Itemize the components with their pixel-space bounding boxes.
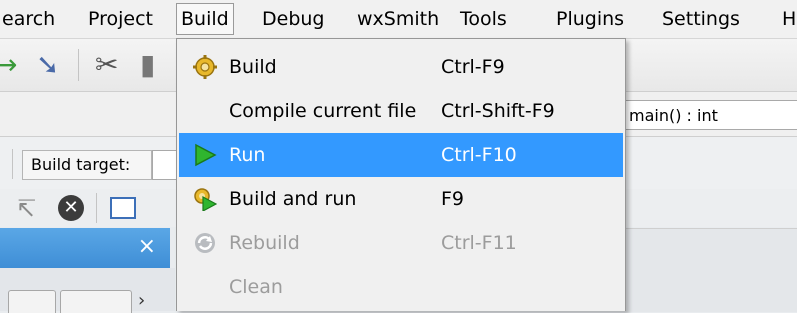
toolbar-separator [12, 149, 13, 179]
menu-item-shortcut: F9 [441, 188, 465, 210]
menu-help[interactable]: H [782, 0, 796, 38]
menu-item-shortcut: Ctrl-F9 [441, 56, 505, 78]
play-icon [195, 143, 217, 167]
tab-scroll-right-icon[interactable]: › [138, 290, 145, 311]
debug-window-icon[interactable] [110, 197, 136, 219]
cut-icon[interactable]: ✂ [95, 51, 118, 79]
function-selector[interactable]: main() : int [620, 100, 797, 130]
gear-play-icon [194, 188, 217, 211]
toolbar-separator [78, 49, 79, 81]
editor-area [625, 228, 797, 312]
menu-item-compile-current-file[interactable]: Compile current file Ctrl-Shift-F9 [179, 89, 623, 133]
menu-settings[interactable]: Settings [662, 0, 740, 38]
menu-tools[interactable]: Tools [460, 0, 507, 38]
step-out-icon[interactable]: ↸ [16, 195, 36, 223]
menu-bar: earch Project Build Debug wxSmith Tools … [0, 0, 797, 39]
menu-item-clean[interactable]: Clean [179, 265, 623, 309]
menu-item-shortcut: Ctrl-F11 [441, 232, 517, 254]
toolbar-separator [96, 193, 97, 223]
rebuild-icon [195, 233, 215, 253]
menu-item-label: Rebuild [229, 232, 300, 254]
panel-tab[interactable] [8, 290, 56, 313]
menu-item-rebuild[interactable]: Rebuild Ctrl-F11 [179, 221, 623, 265]
menu-item-build-and-run[interactable]: Build and run F9 [179, 177, 623, 221]
management-panel-titlebar: × [0, 228, 170, 268]
menu-item-label: Build and run [229, 188, 357, 210]
menu-item-shortcut: Ctrl-Shift-F9 [441, 100, 555, 122]
menu-project[interactable]: Project [88, 0, 153, 38]
menu-search[interactable]: earch [2, 0, 55, 38]
gear-icon [193, 55, 217, 79]
menu-item-label: Build [229, 56, 277, 78]
build-menu-dropdown: Build Ctrl-F9 Compile current file Ctrl-… [176, 38, 626, 311]
undo-arrow-icon[interactable]: ➘ [36, 51, 59, 79]
menu-item-label: Compile current file [229, 100, 417, 122]
copy-icon[interactable]: ▮ [140, 51, 155, 79]
menu-item-label: Run [229, 144, 266, 166]
menu-build[interactable]: Build [176, 3, 234, 35]
redo-arrow-icon[interactable]: ↪ [0, 51, 17, 79]
menu-plugins[interactable]: Plugins [556, 0, 624, 38]
menu-item-run[interactable]: Run Ctrl-F10 [179, 133, 623, 177]
menu-item-shortcut: Ctrl-F10 [441, 144, 517, 166]
menu-item-build[interactable]: Build Ctrl-F9 [179, 45, 623, 89]
close-icon[interactable]: × [138, 234, 156, 260]
stop-debugger-icon[interactable]: ✕ [58, 195, 84, 221]
build-target-label: Build target: [22, 150, 152, 180]
menu-item-label: Clean [229, 276, 283, 298]
menu-debug[interactable]: Debug [262, 0, 324, 38]
menu-wxsmith[interactable]: wxSmith [357, 0, 439, 38]
panel-tab[interactable] [60, 290, 132, 313]
